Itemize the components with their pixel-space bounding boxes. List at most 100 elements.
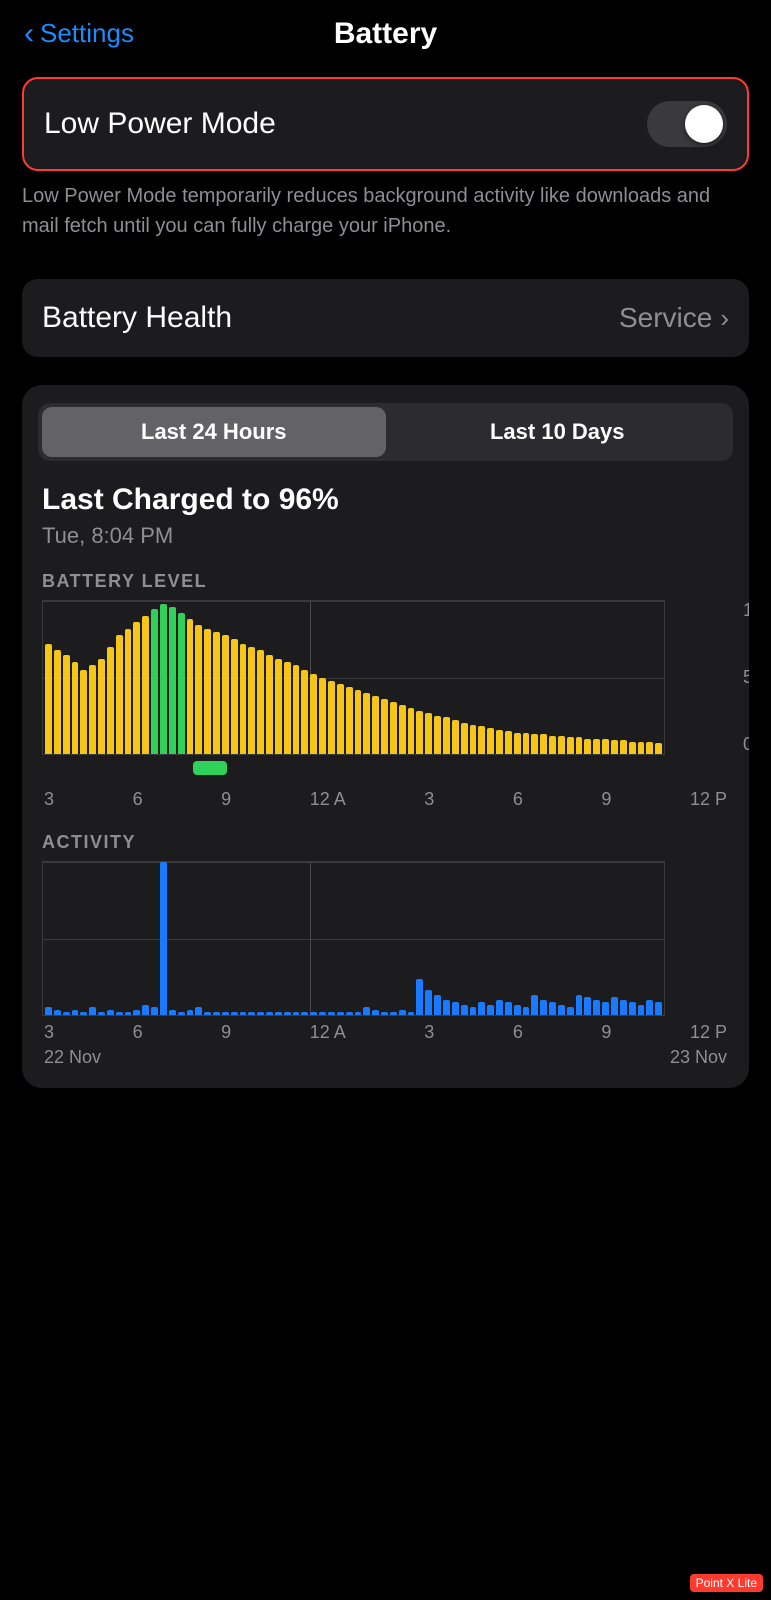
chart-section: Last 24 Hours Last 10 Days Last Charged … <box>22 385 749 1088</box>
activity-bar <box>514 1005 521 1015</box>
activity-bar <box>231 1012 238 1015</box>
activity-x-labels: 3 6 9 12 A 3 6 9 12 P <box>42 1022 729 1043</box>
activity-bar <box>593 1000 600 1015</box>
battery-bar <box>116 635 123 754</box>
battery-level-label: BATTERY LEVEL <box>22 549 749 600</box>
battery-bar <box>204 629 211 754</box>
charge-title: Last Charged to 96% <box>42 483 729 517</box>
low-power-mode-toggle[interactable] <box>647 101 727 147</box>
battery-bar <box>160 604 167 754</box>
activity-bar <box>125 1012 132 1015</box>
activity-bar <box>293 1012 300 1015</box>
back-button[interactable]: ‹ Settings <box>24 18 134 49</box>
low-power-mode-label: Low Power Mode <box>44 107 276 141</box>
battery-bar <box>266 655 273 754</box>
activity-bar <box>620 1000 627 1015</box>
activity-bar <box>151 1007 158 1015</box>
battery-chart-area <box>42 600 665 755</box>
battery-bar <box>638 742 645 754</box>
battery-bar <box>142 616 149 754</box>
battery-bar <box>487 728 494 754</box>
activity-bar <box>461 1005 468 1015</box>
activity-bar <box>655 1002 662 1015</box>
battery-bars <box>43 601 664 754</box>
battery-bar <box>355 690 362 754</box>
x-label: 6 <box>133 1022 143 1043</box>
activity-bar <box>275 1012 282 1015</box>
activity-bar <box>248 1012 255 1015</box>
battery-bar <box>125 629 132 754</box>
tab-24hours[interactable]: Last 24 Hours <box>42 407 386 457</box>
battery-bar <box>45 644 52 754</box>
battery-health-card[interactable]: Battery Health Service › <box>22 279 749 357</box>
y-label-100: 100% <box>743 600 749 621</box>
activity-bar <box>63 1012 70 1015</box>
activity-bar <box>187 1010 194 1015</box>
x-label: 3 <box>44 1022 54 1043</box>
x-label: 12 A <box>310 1022 346 1043</box>
battery-bar <box>540 734 547 754</box>
battery-health-row[interactable]: Battery Health Service › <box>42 279 729 357</box>
x-label: 12 A <box>310 789 346 810</box>
battery-bar <box>416 711 423 754</box>
date-label-left: 22 Nov <box>44 1047 101 1068</box>
battery-bar <box>107 647 114 754</box>
activity-bar <box>646 1000 653 1015</box>
activity-bar <box>372 1010 379 1015</box>
battery-bar <box>80 670 87 754</box>
activity-bar <box>478 1002 485 1015</box>
battery-bar <box>505 731 512 754</box>
battery-bar <box>248 647 255 754</box>
battery-bar <box>293 665 300 754</box>
activity-bar <box>169 1010 176 1015</box>
battery-bar <box>98 659 105 754</box>
battery-bar <box>567 737 574 754</box>
activity-bar <box>133 1010 140 1015</box>
low-power-mode-description: Low Power Mode temporarily reduces backg… <box>22 181 749 253</box>
date-labels: 22 Nov 23 Nov <box>42 1047 729 1068</box>
activity-bar <box>381 1012 388 1015</box>
battery-bar <box>372 696 379 754</box>
activity-bar <box>72 1010 79 1015</box>
activity-bar <box>567 1007 574 1015</box>
battery-bar <box>284 662 291 754</box>
battery-bar <box>620 740 627 754</box>
battery-bar <box>452 720 459 754</box>
activity-bar <box>408 1012 415 1015</box>
activity-bar <box>107 1010 114 1015</box>
battery-bar <box>363 693 370 754</box>
activity-bar <box>240 1012 247 1015</box>
battery-bar <box>558 736 565 754</box>
x-label: 6 <box>133 789 143 810</box>
battery-bar <box>133 622 140 754</box>
charging-indicator-row <box>42 755 729 783</box>
header: ‹ Settings Battery <box>0 0 771 59</box>
activity-bar <box>257 1012 264 1015</box>
battery-bar <box>434 716 441 754</box>
activity-bar <box>45 1007 52 1015</box>
battery-health-status: Service › <box>619 302 729 334</box>
battery-bar <box>470 725 477 754</box>
battery-bar <box>655 743 662 754</box>
date-label-right: 23 Nov <box>670 1047 727 1068</box>
activity-bar <box>266 1012 273 1015</box>
tab-10days[interactable]: Last 10 Days <box>386 407 730 457</box>
battery-bar <box>240 644 247 754</box>
low-power-mode-row[interactable]: Low Power Mode <box>44 79 727 169</box>
charge-subtitle: Tue, 8:04 PM <box>42 523 729 549</box>
battery-bar <box>231 639 238 754</box>
battery-bar <box>399 705 406 754</box>
battery-bar <box>381 699 388 754</box>
battery-bar <box>257 650 264 754</box>
battery-bar <box>611 740 618 754</box>
activity-bar <box>328 1012 335 1015</box>
battery-y-labels: 100% 50% 0% <box>743 600 749 755</box>
battery-bar <box>72 662 79 754</box>
activity-bar <box>443 1000 450 1015</box>
tab-switcher[interactable]: Last 24 Hours Last 10 Days <box>38 403 733 461</box>
x-label: 9 <box>221 789 231 810</box>
activity-bar <box>355 1012 362 1015</box>
battery-bar <box>195 625 202 754</box>
activity-bar <box>301 1012 308 1015</box>
y-label-0: 0% <box>743 734 749 755</box>
